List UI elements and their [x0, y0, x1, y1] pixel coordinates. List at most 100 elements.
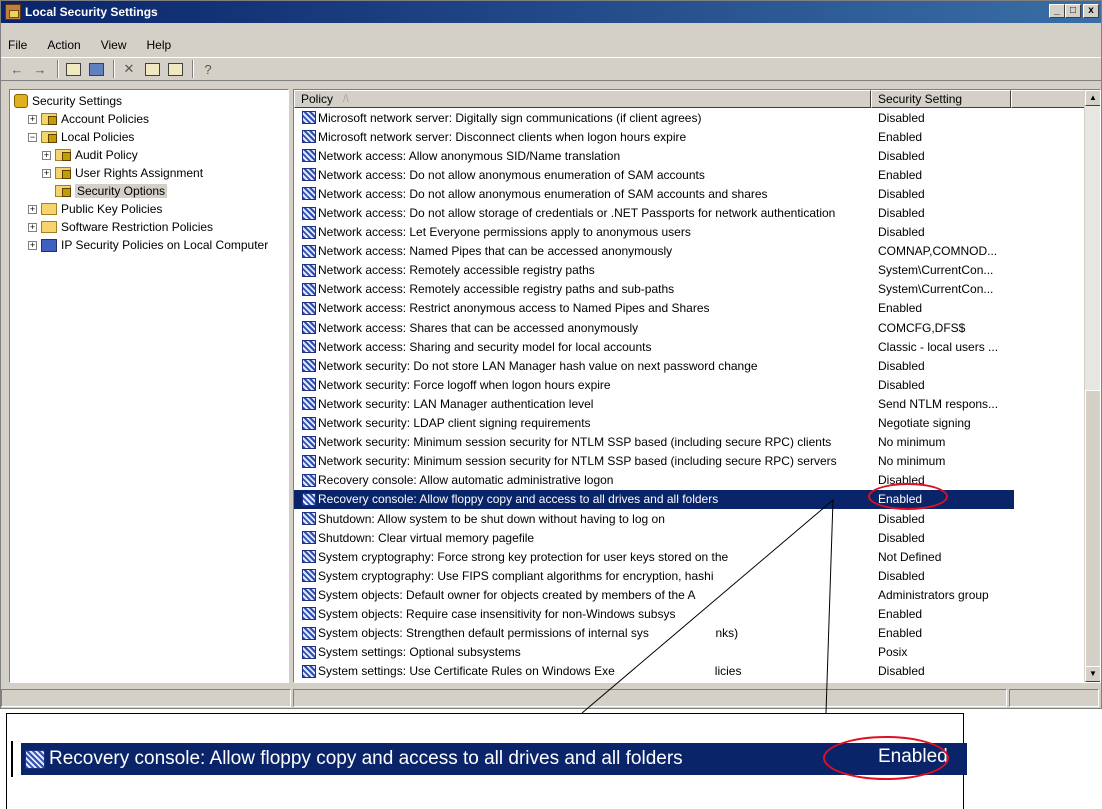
policy-cell: System settings: Use Certificate Rules o…: [294, 664, 871, 678]
title-bar[interactable]: Local Security Settings _ □ x: [1, 1, 1101, 23]
policy-name: Shutdown: Clear virtual memory pagefile: [318, 530, 535, 545]
policy-row[interactable]: System objects: Default owner for object…: [294, 585, 1084, 604]
expand-icon[interactable]: +: [42, 150, 51, 160]
policy-cell: Network access: Remotely accessible regi…: [294, 263, 871, 277]
policy-column-header[interactable]: Policy /\: [294, 90, 871, 108]
policy-row[interactable]: Network access: Remotely accessible regi…: [294, 261, 1084, 280]
policy-cell: System cryptography: Force strong key pr…: [294, 550, 871, 564]
policy-row[interactable]: Network access: Sharing and security mod…: [294, 337, 1084, 356]
close-button[interactable]: x: [1083, 4, 1099, 18]
policy-name: Microsoft network server: Disconnect cli…: [318, 129, 687, 144]
scroll-up-icon[interactable]: ▲: [1085, 90, 1100, 106]
toolbar: ← → ✕ ?: [1, 57, 1101, 81]
policy-cell: Network access: Do not allow storage of …: [294, 206, 871, 220]
policy-row[interactable]: Network access: Allow anonymous SID/Name…: [294, 146, 1084, 165]
tree-node[interactable]: + Audit Policy: [10, 146, 288, 164]
policy-row[interactable]: Network access: Let Everyone permissions…: [294, 223, 1084, 242]
menu-view[interactable]: View: [98, 38, 130, 52]
export-list-icon[interactable]: [165, 59, 185, 79]
policy-icon: [302, 168, 316, 182]
policy-header-label: Policy: [301, 92, 334, 106]
locked-folder-icon: [55, 167, 71, 179]
expand-icon[interactable]: +: [28, 222, 37, 232]
policy-cell: Recovery console: Allow floppy copy and …: [294, 492, 871, 506]
expand-icon[interactable]: +: [28, 240, 37, 250]
policy-row[interactable]: System objects: Strengthen default permi…: [294, 624, 1084, 643]
forward-arrow-icon[interactable]: →: [30, 59, 50, 79]
tree-node[interactable]: Security Settings: [10, 92, 288, 110]
console-tree[interactable]: Security Settings + Account Policies − Local…: [9, 89, 289, 683]
back-arrow-icon[interactable]: ←: [7, 59, 27, 79]
policy-row[interactable]: Network access: Shares that can be acces…: [294, 318, 1084, 337]
policy-list[interactable]: Policy /\ Security Setting Microsoft net…: [293, 89, 1101, 683]
collapse-icon[interactable]: −: [28, 132, 37, 142]
policy-row[interactable]: Recovery console: Allow automatic admini…: [294, 471, 1084, 490]
policy-row[interactable]: System cryptography: Force strong key pr…: [294, 547, 1084, 566]
policy-row[interactable]: Network access: Named Pipes that can be …: [294, 242, 1084, 261]
help-icon[interactable]: ?: [198, 59, 218, 79]
policy-cell: Network access: Named Pipes that can be …: [294, 244, 871, 258]
policy-icon: [302, 225, 316, 239]
policy-row[interactable]: Network access: Remotely accessible regi…: [294, 280, 1084, 299]
policy-cell: Network access: Shares that can be acces…: [294, 321, 871, 335]
policy-row[interactable]: Network security: LAN Manager authentica…: [294, 394, 1084, 413]
policy-row[interactable]: Network security: Force logoff when logo…: [294, 375, 1084, 394]
policy-cell: Network access: Allow anonymous SID/Name…: [294, 149, 871, 163]
menu-file[interactable]: File: [5, 38, 30, 52]
tree-node[interactable]: + IP Security Policies on Local Computer: [10, 236, 288, 254]
policy-row[interactable]: Network security: Do not store LAN Manag…: [294, 356, 1084, 375]
policy-name: System cryptography: Force strong key pr…: [318, 549, 729, 564]
policy-cell: Network security: Do not store LAN Manag…: [294, 359, 871, 373]
minimize-button[interactable]: _: [1049, 4, 1065, 18]
policy-row[interactable]: Shutdown: Allow system to be shut down w…: [294, 509, 1084, 528]
tree-node-label: IP Security Policies on Local Computer: [61, 238, 269, 252]
security-setting-cell: COMNAP,COMNOD...: [878, 244, 998, 259]
tree-node-label: Local Policies: [61, 130, 135, 144]
tree-node[interactable]: + User Rights Assignment: [10, 164, 288, 182]
tree-node[interactable]: + Account Policies: [10, 110, 288, 128]
scroll-down-icon[interactable]: ▼: [1085, 666, 1100, 682]
policy-name: Network access: Remotely accessible regi…: [318, 282, 675, 297]
policy-row[interactable]: Network access: Do not allow storage of …: [294, 203, 1084, 222]
scroll-thumb[interactable]: [1085, 390, 1100, 667]
policy-row[interactable]: Network access: Do not allow anonymous e…: [294, 184, 1084, 203]
vertical-scrollbar[interactable]: ▲ ▼: [1084, 90, 1100, 682]
menu-help[interactable]: Help: [144, 38, 175, 52]
policy-cell: Shutdown: Clear virtual memory pagefile: [294, 531, 871, 545]
policy-row[interactable]: Network access: Do not allow anonymous e…: [294, 165, 1084, 184]
security-setting-column-header[interactable]: Security Setting: [871, 90, 1011, 108]
expand-icon[interactable]: +: [28, 204, 37, 214]
policy-cell: Network security: LDAP client signing re…: [294, 416, 871, 430]
security-setting-cell: System\CurrentCon...: [878, 263, 994, 278]
expand-icon[interactable]: +: [42, 168, 51, 178]
security-setting-cell: Enabled: [878, 167, 923, 182]
policy-row[interactable]: System cryptography: Use FIPS compliant …: [294, 566, 1084, 585]
tree-node[interactable]: + Public Key Policies: [10, 200, 288, 218]
policy-row[interactable]: Network access: Restrict anonymous acces…: [294, 299, 1084, 318]
policy-name: Network security: Minimum session securi…: [318, 454, 837, 469]
policy-row[interactable]: Network security: Minimum session securi…: [294, 452, 1084, 471]
delete-icon[interactable]: ✕: [119, 59, 139, 79]
policy-row[interactable]: System objects: Require case insensitivi…: [294, 604, 1084, 623]
policy-row[interactable]: System settings: Optional subsystems Posi…: [294, 643, 1084, 662]
show-hide-tree-icon[interactable]: [86, 59, 106, 79]
policy-row[interactable]: System settings: Use Certificate Rules o…: [294, 662, 1084, 681]
app-icon: [5, 4, 21, 20]
policy-icon: [302, 321, 316, 335]
policy-row[interactable]: Microsoft network server: Digitally sign…: [294, 108, 1084, 127]
tree-node[interactable]: − Local Policies: [10, 128, 288, 146]
window-controls: _ □ x: [1049, 4, 1099, 18]
up-folder-icon[interactable]: [63, 59, 83, 79]
policy-row[interactable]: Network security: Minimum session securi…: [294, 433, 1084, 452]
security-setting-cell: Disabled: [878, 110, 925, 125]
policy-row[interactable]: Network security: LDAP client signing re…: [294, 414, 1084, 433]
policy-row[interactable]: Microsoft network server: Disconnect cli…: [294, 127, 1084, 146]
menu-action[interactable]: Action: [44, 38, 83, 52]
policy-row[interactable]: Shutdown: Clear virtual memory pagefile D…: [294, 528, 1084, 547]
properties-icon[interactable]: [142, 59, 162, 79]
tree-node[interactable]: Security Options: [10, 182, 288, 200]
tree-node[interactable]: + Software Restriction Policies: [10, 218, 288, 236]
policy-icon: [302, 149, 316, 163]
expand-icon[interactable]: +: [28, 114, 37, 124]
maximize-button[interactable]: □: [1065, 4, 1081, 18]
